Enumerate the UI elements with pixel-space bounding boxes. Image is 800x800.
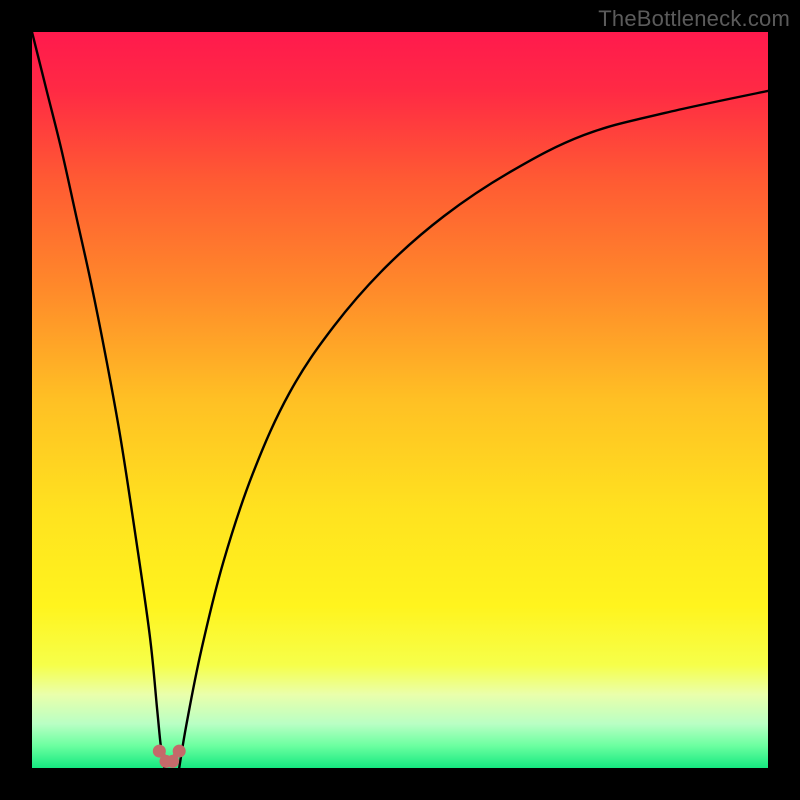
plot-area: [32, 32, 768, 768]
watermark-text: TheBottleneck.com: [598, 6, 790, 32]
gradient-background: [32, 32, 768, 768]
dip-marker: [173, 745, 186, 758]
chart-svg: [32, 32, 768, 768]
chart-frame: TheBottleneck.com: [0, 0, 800, 800]
